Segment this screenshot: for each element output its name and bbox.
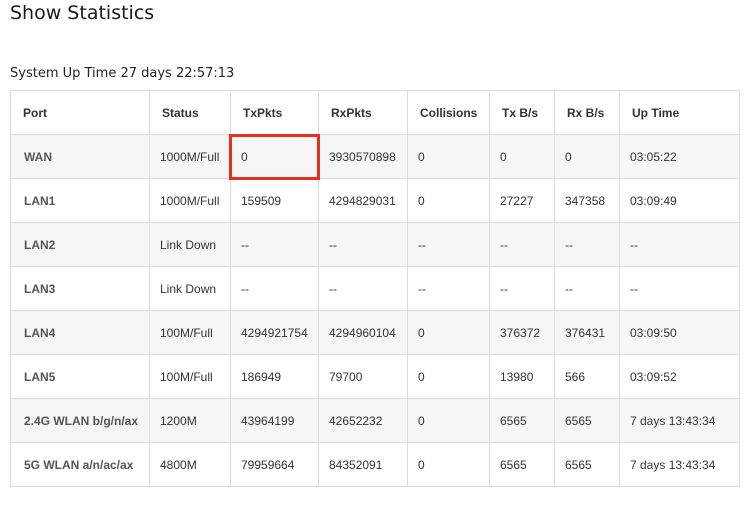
column-header-status: Status xyxy=(149,90,231,135)
cell-status: 1000M/Full xyxy=(149,178,231,223)
cell-rx-bps: 347358 xyxy=(554,178,620,223)
cell-uptime: 03:09:49 xyxy=(619,178,740,223)
cell-tx-bps: -- xyxy=(489,266,555,311)
cell-tx-bps: -- xyxy=(489,222,555,267)
cell-tx-bps: 0 xyxy=(489,134,555,179)
cell-rx-bps: 376431 xyxy=(554,310,620,355)
cell-rxpkts: -- xyxy=(318,222,408,267)
cell-tx-bps: 27227 xyxy=(489,178,555,223)
cell-port: LAN4 xyxy=(10,310,150,355)
cell-collisions: 0 xyxy=(407,442,490,487)
cell-collisions: 0 xyxy=(407,134,490,179)
table-row: 5G WLAN a/n/ac/ax 4800M 79959664 84352091 0 6… xyxy=(10,442,740,487)
cell-rxpkts: 42652232 xyxy=(318,398,408,443)
cell-txpkts: 4294921754 xyxy=(230,310,319,355)
cell-rxpkts: 4294960104 xyxy=(318,310,408,355)
cell-status: 4800M xyxy=(149,442,231,487)
cell-port: 2.4G WLAN b/g/n/ax xyxy=(10,398,150,443)
column-header-tx-bps: Tx B/s xyxy=(489,90,555,135)
cell-status: 1000M/Full xyxy=(149,134,231,179)
cell-rx-bps: 6565 xyxy=(554,442,620,487)
table-row: LAN1 1000M/Full 159509 4294829031 0 27227 3473… xyxy=(10,178,740,223)
cell-collisions: 0 xyxy=(407,354,490,399)
cell-rx-bps: -- xyxy=(554,222,620,267)
cell-uptime: 03:05:22 xyxy=(619,134,740,179)
cell-port: LAN1 xyxy=(10,178,150,223)
column-header-txpkts: TxPkts xyxy=(230,90,319,135)
table-row: 2.4G WLAN b/g/n/ax 1200M 43964199 42652232 0… xyxy=(10,398,740,443)
cell-uptime: -- xyxy=(619,266,740,311)
cell-status: 100M/Full xyxy=(149,310,231,355)
column-header-collisions: Collisions xyxy=(407,90,490,135)
cell-txpkts: 159509 xyxy=(230,178,319,223)
cell-txpkts: 186949 xyxy=(230,354,319,399)
cell-rx-bps: -- xyxy=(554,266,620,311)
cell-collisions: 0 xyxy=(407,310,490,355)
cell-status: 1200M xyxy=(149,398,231,443)
table-row: LAN2 Link Down -- -- -- -- -- -- xyxy=(10,222,740,267)
cell-port: LAN5 xyxy=(10,354,150,399)
column-header-rxpkts: RxPkts xyxy=(318,90,408,135)
table-row: LAN3 Link Down -- -- -- -- -- -- xyxy=(10,266,740,311)
cell-uptime: 7 days 13:43:34 xyxy=(619,442,740,487)
cell-port: LAN3 xyxy=(10,266,150,311)
cell-uptime: 03:09:52 xyxy=(619,354,740,399)
cell-collisions: 0 xyxy=(407,398,490,443)
cell-port: 5G WLAN a/n/ac/ax xyxy=(10,442,150,487)
table-row: WAN 1000M/Full 0 3930570898 0 0 0 03:05:22 xyxy=(10,134,740,179)
cell-txpkts: 79959664 xyxy=(230,442,319,487)
cell-status: Link Down xyxy=(149,266,231,311)
page-title: Show Statistics xyxy=(10,2,155,24)
cell-status: 100M/Full xyxy=(149,354,231,399)
cell-collisions: 0 xyxy=(407,178,490,223)
cell-port: LAN2 xyxy=(10,222,150,267)
column-header-rx-bps: Rx B/s xyxy=(554,90,620,135)
cell-rxpkts: 79700 xyxy=(318,354,408,399)
cell-tx-bps: 376372 xyxy=(489,310,555,355)
cell-rxpkts: 4294829031 xyxy=(318,178,408,223)
cell-txpkts: -- xyxy=(230,266,319,311)
cell-uptime: 7 days 13:43:34 xyxy=(619,398,740,443)
cell-tx-bps: 6565 xyxy=(489,442,555,487)
cell-rx-bps: 0 xyxy=(554,134,620,179)
statistics-table: Port Status TxPkts RxPkts Collisions Tx … xyxy=(10,90,740,487)
cell-rxpkts: -- xyxy=(318,266,408,311)
cell-rxpkts: 3930570898 xyxy=(318,134,408,179)
table-row: LAN5 100M/Full 186949 79700 0 13980 566 03:09:5… xyxy=(10,354,740,399)
cell-tx-bps: 6565 xyxy=(489,398,555,443)
cell-tx-bps: 13980 xyxy=(489,354,555,399)
cell-uptime: -- xyxy=(619,222,740,267)
cell-collisions: -- xyxy=(407,266,490,311)
cell-collisions: -- xyxy=(407,222,490,267)
cell-rx-bps: 566 xyxy=(554,354,620,399)
cell-txpkts: 0 xyxy=(230,134,319,179)
cell-txpkts: -- xyxy=(230,222,319,267)
cell-txpkts: 43964199 xyxy=(230,398,319,443)
column-header-uptime: Up Time xyxy=(619,90,740,135)
cell-rxpkts: 84352091 xyxy=(318,442,408,487)
table-row: LAN4 100M/Full 4294921754 4294960104 0 376372… xyxy=(10,310,740,355)
table-header-row: Port Status TxPkts RxPkts Collisions Tx … xyxy=(10,90,740,135)
system-uptime: System Up Time 27 days 22:57:13 xyxy=(10,66,235,81)
cell-port: WAN xyxy=(10,134,150,179)
cell-status: Link Down xyxy=(149,222,231,267)
cell-uptime: 03:09:50 xyxy=(619,310,740,355)
cell-rx-bps: 6565 xyxy=(554,398,620,443)
column-header-port: Port xyxy=(10,90,150,135)
